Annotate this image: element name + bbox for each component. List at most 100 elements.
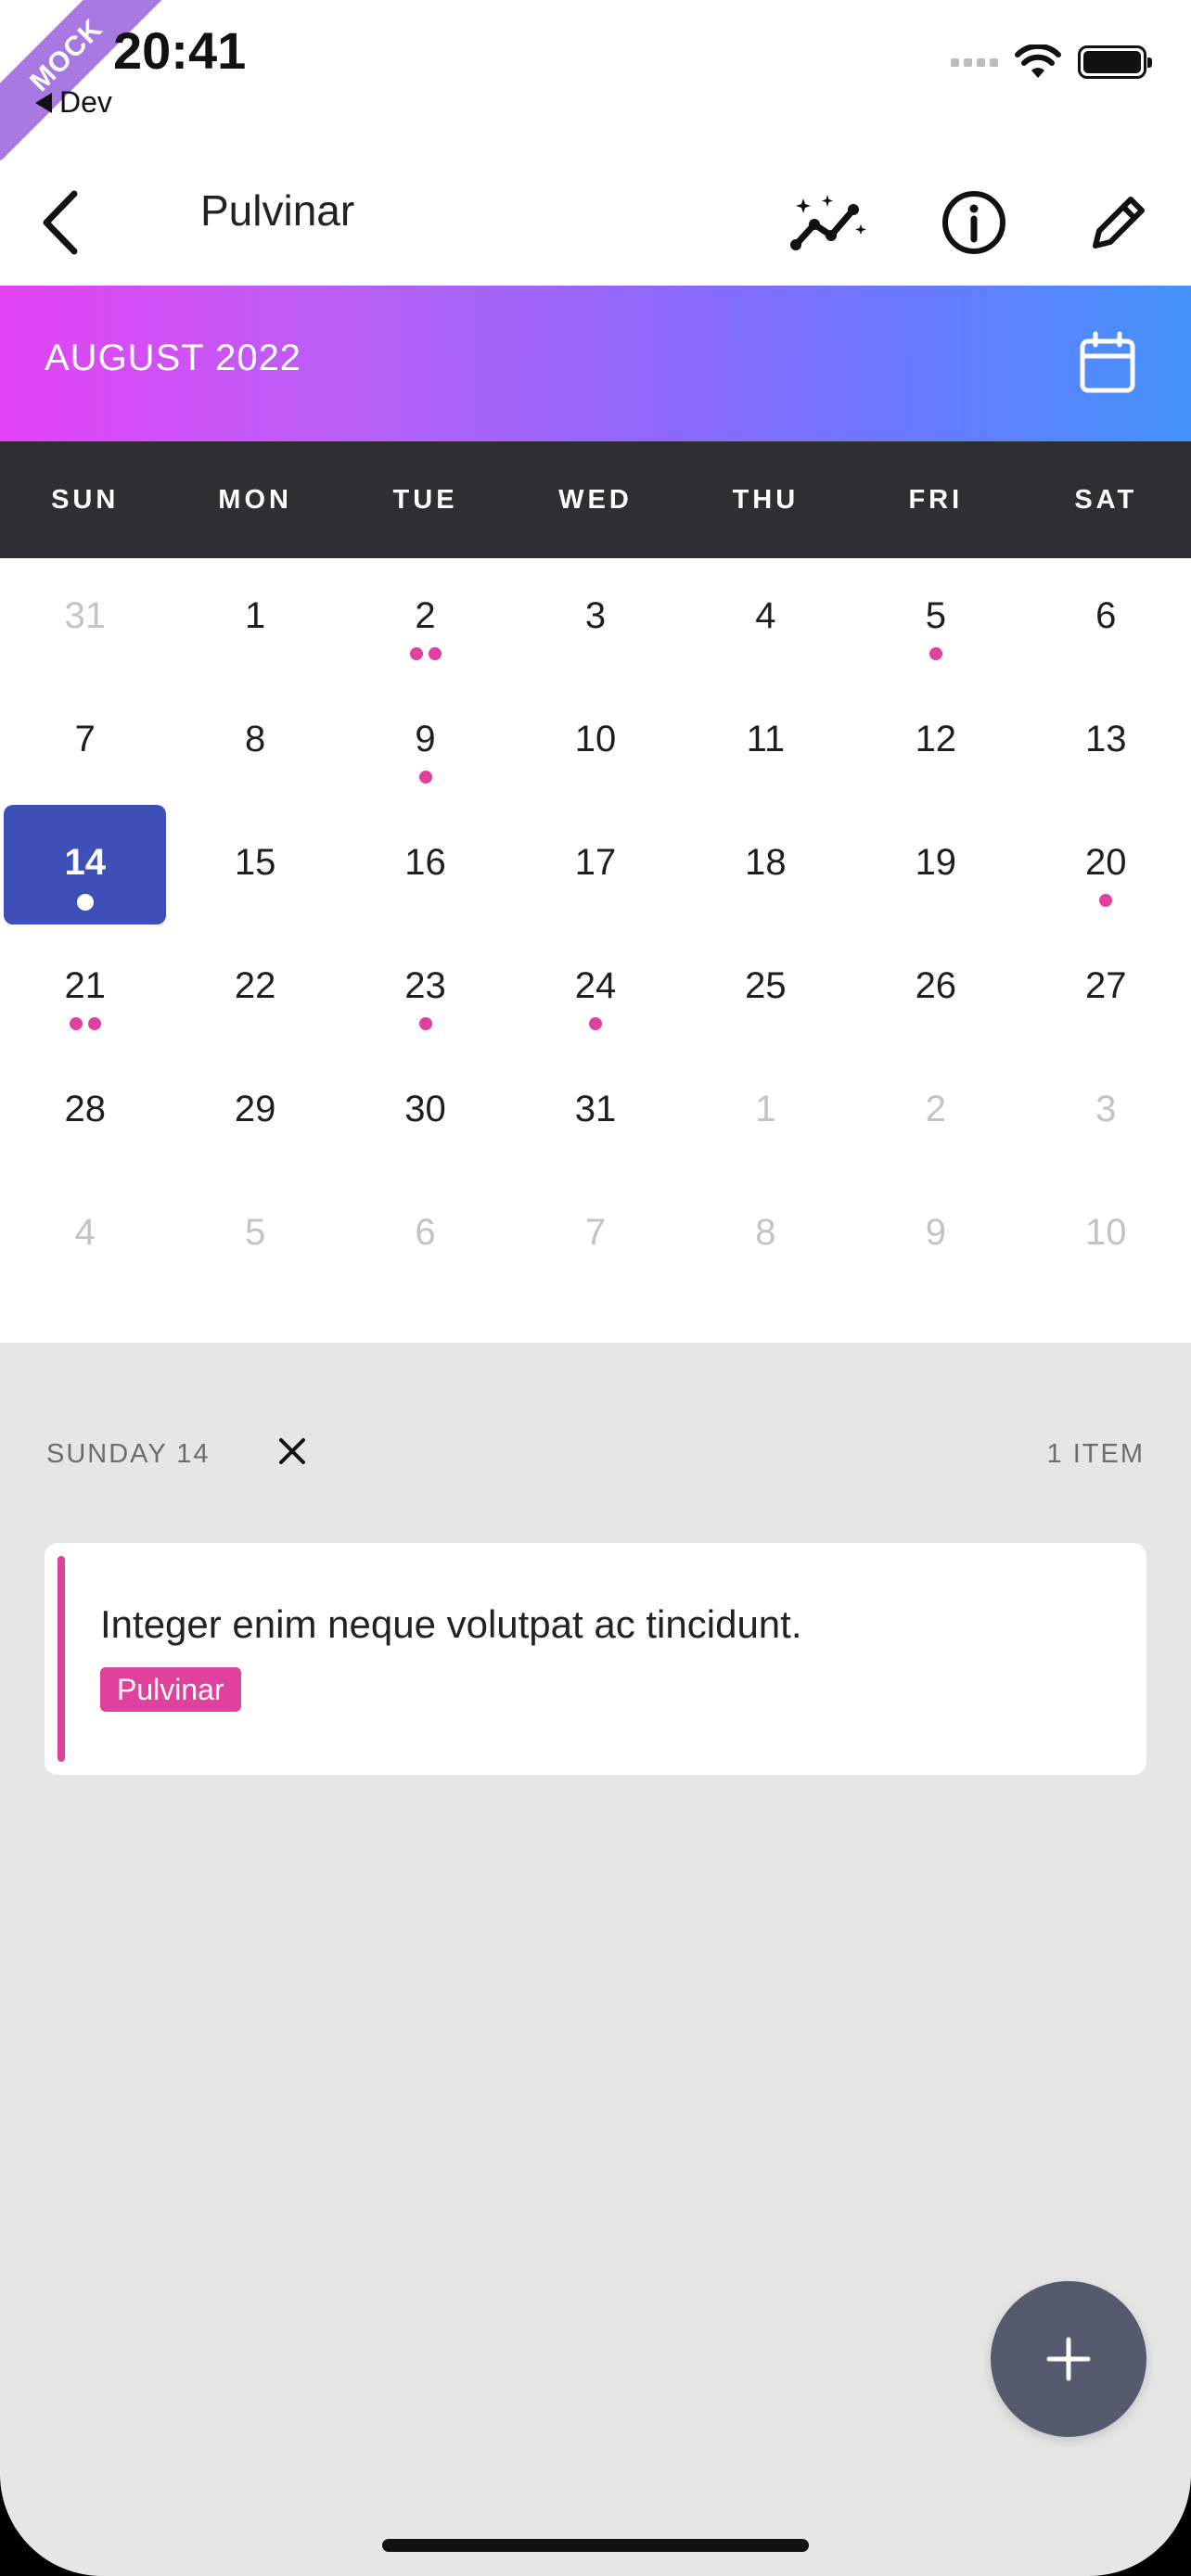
day-number: 8 bbox=[755, 1212, 776, 1253]
event-dots bbox=[418, 1017, 432, 1030]
calendar-day[interactable]: 6 bbox=[1021, 558, 1191, 682]
day-number: 9 bbox=[415, 719, 436, 759]
weekday-header: SUN MON TUE WED THU FRI SAT bbox=[0, 441, 1191, 558]
calendar-day[interactable]: 4 bbox=[0, 1175, 170, 1298]
event-dot bbox=[76, 894, 94, 911]
calendar-day[interactable]: 23 bbox=[340, 928, 510, 1052]
clear-selection-button[interactable] bbox=[269, 1428, 315, 1474]
weekday-label: FRI bbox=[908, 485, 964, 515]
page-title: Pulvinar bbox=[200, 186, 355, 235]
add-item-button[interactable] bbox=[991, 2281, 1146, 2437]
calendar-day[interactable]: 2 bbox=[851, 1052, 1020, 1175]
calendar-day[interactable]: 6 bbox=[340, 1175, 510, 1298]
event-dot bbox=[418, 771, 432, 784]
calendar-day[interactable]: 7 bbox=[0, 682, 170, 805]
back-button[interactable] bbox=[28, 176, 93, 269]
month-label[interactable]: AUGUST 2022 bbox=[45, 338, 301, 379]
day-number: 8 bbox=[245, 719, 266, 759]
back-triangle-icon bbox=[35, 92, 52, 113]
event-dots bbox=[588, 1017, 602, 1030]
calendar-day[interactable]: 29 bbox=[170, 1052, 339, 1175]
day-number: 18 bbox=[745, 842, 787, 883]
calendar-day[interactable]: 16 bbox=[340, 805, 510, 928]
calendar-day[interactable]: 8 bbox=[681, 1175, 851, 1298]
calendar-day[interactable]: 28 bbox=[0, 1052, 170, 1175]
day-number: 20 bbox=[1084, 842, 1127, 883]
calendar-day[interactable]: 11 bbox=[681, 682, 851, 805]
info-button[interactable] bbox=[928, 176, 1020, 269]
calendar-day[interactable]: 19 bbox=[851, 805, 1020, 928]
cellular-signal-icon bbox=[951, 57, 998, 67]
calendar-day[interactable]: 1 bbox=[681, 1052, 851, 1175]
calendar-day[interactable]: 30 bbox=[340, 1052, 510, 1175]
sparkle-chart-icon bbox=[790, 195, 866, 250]
day-number: 7 bbox=[584, 1212, 607, 1253]
calendar-day[interactable]: 15 bbox=[170, 805, 339, 928]
plus-icon bbox=[1046, 2337, 1091, 2381]
calendar-day[interactable]: 2 bbox=[340, 558, 510, 682]
agenda-item-card[interactable]: Integer enim neque volutpat ac tincidunt… bbox=[45, 1543, 1146, 1775]
calendar-day[interactable]: 8 bbox=[170, 682, 339, 805]
back-app-label: Dev bbox=[59, 85, 112, 119]
calendar-day[interactable]: 3 bbox=[1021, 1052, 1191, 1175]
day-number: 17 bbox=[574, 842, 617, 883]
calendar-week-row: 28 29 30 31 1 2 3 bbox=[0, 1052, 1191, 1175]
calendar-day[interactable]: 7 bbox=[510, 1175, 680, 1298]
calendar-day[interactable]: 13 bbox=[1021, 682, 1191, 805]
calendar-day[interactable]: 12 bbox=[851, 682, 1020, 805]
event-dots bbox=[409, 647, 442, 660]
calendar-day[interactable]: 17 bbox=[510, 805, 680, 928]
calendar-day[interactable]: 31 bbox=[510, 1052, 680, 1175]
calendar-day[interactable]: 1 bbox=[170, 558, 339, 682]
calendar-day[interactable]: 3 bbox=[510, 558, 680, 682]
weekday-label: SAT bbox=[1074, 485, 1138, 515]
day-number: 29 bbox=[234, 1089, 276, 1129]
day-number: 22 bbox=[234, 965, 276, 1006]
calendar-day[interactable]: 26 bbox=[851, 928, 1020, 1052]
back-to-app[interactable]: Dev bbox=[35, 85, 112, 120]
home-indicator[interactable] bbox=[382, 2539, 809, 2552]
day-number: 25 bbox=[745, 965, 787, 1006]
day-number: 4 bbox=[74, 1212, 96, 1253]
event-dots bbox=[1099, 894, 1113, 907]
item-text: Integer enim neque volutpat ac tincidunt… bbox=[100, 1602, 802, 1646]
calendar-day-selected[interactable]: 14 bbox=[0, 805, 170, 928]
calendar-day[interactable]: 5 bbox=[170, 1175, 339, 1298]
calendar-day[interactable]: 5 bbox=[851, 558, 1020, 682]
calendar-day[interactable]: 22 bbox=[170, 928, 339, 1052]
event-dot bbox=[409, 647, 423, 660]
calendar-day[interactable]: 20 bbox=[1021, 805, 1191, 928]
edit-button[interactable] bbox=[1072, 176, 1165, 269]
calendar-day[interactable]: 9 bbox=[340, 682, 510, 805]
calendar-day[interactable]: 24 bbox=[510, 928, 680, 1052]
item-tag: Pulvinar bbox=[100, 1667, 241, 1712]
calendar-day[interactable]: 4 bbox=[681, 558, 851, 682]
item-count: 1 ITEM bbox=[1046, 1439, 1145, 1469]
calendar-day[interactable]: 9 bbox=[851, 1175, 1020, 1298]
calendar-day[interactable]: 25 bbox=[681, 928, 851, 1052]
day-number: 13 bbox=[1084, 719, 1127, 759]
calendar-day[interactable]: 27 bbox=[1021, 928, 1191, 1052]
day-number: 2 bbox=[415, 595, 436, 636]
insights-button[interactable] bbox=[783, 176, 876, 269]
calendar-day[interactable]: 31 bbox=[0, 558, 170, 682]
weekday-label: MON bbox=[218, 485, 292, 515]
battery-icon bbox=[1078, 45, 1152, 79]
status-time: 20:41 bbox=[113, 21, 247, 80]
calendar-day[interactable]: 21 bbox=[0, 928, 170, 1052]
calendar-day[interactable]: 18 bbox=[681, 805, 851, 928]
back-chevron-icon bbox=[43, 190, 78, 255]
calendar-icon[interactable] bbox=[1078, 330, 1137, 395]
event-dot bbox=[69, 1017, 83, 1030]
calendar-grid: 31 1 2 3 4 5 6 7 8 9 10 11 12 13 14 15 16 17 18 19 20 21 22 23 2… bbox=[0, 558, 1191, 1298]
day-number: 11 bbox=[746, 719, 786, 759]
calendar-week-row: 14 15 16 17 18 19 20 bbox=[0, 805, 1191, 928]
weekday-label: TUE bbox=[392, 485, 458, 515]
day-number: 1 bbox=[755, 1089, 776, 1129]
day-number: 5 bbox=[925, 595, 946, 636]
day-number: 12 bbox=[915, 719, 957, 759]
close-icon bbox=[279, 1438, 305, 1464]
event-dot bbox=[428, 647, 442, 660]
calendar-day[interactable]: 10 bbox=[510, 682, 680, 805]
calendar-day[interactable]: 10 bbox=[1021, 1175, 1191, 1298]
